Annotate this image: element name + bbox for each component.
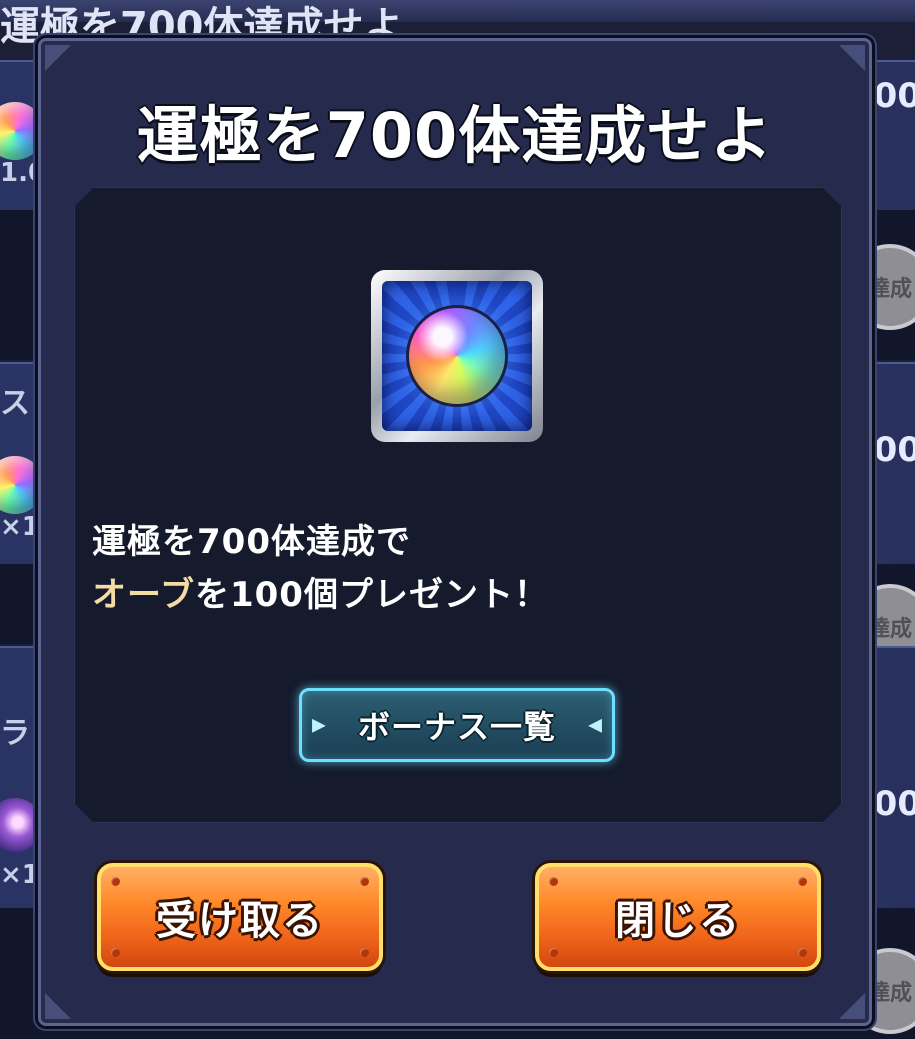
reward-item-frame (371, 270, 543, 442)
chevron-right-icon: ◀ (588, 714, 602, 736)
rivet-decoration (549, 948, 558, 957)
background-number: 00 (873, 76, 915, 116)
description-line-2-rest: を100個プレゼント！ (194, 575, 549, 615)
close-button[interactable]: 閉じる (535, 863, 821, 971)
background-star-orb-icon (0, 798, 42, 852)
receive-button[interactable]: 受け取る (97, 863, 383, 971)
background-fragment: ×1 (0, 860, 40, 890)
stamp-label: 達成 (867, 981, 912, 1006)
close-button-label: 閉じる (615, 898, 741, 944)
background-number: 00 (873, 430, 915, 470)
corner-decoration (45, 45, 71, 71)
highlighted-item-name: オーブ (92, 575, 195, 615)
mission-reward-dialog: 運極を700体達成せよ 運極を700体達成で オーブを100個プレゼント！ ▶ … (38, 38, 872, 1026)
background-number: 00 (873, 784, 915, 824)
rivet-decoration (798, 948, 807, 957)
rivet-decoration (549, 877, 558, 886)
dialog-title: 運極を700体達成せよ (136, 99, 774, 172)
bonus-list-button[interactable]: ▶ ボーナス一覧 ◀ (299, 688, 615, 762)
background-fragment: ×1 (0, 512, 40, 542)
chevron-left-icon: ▶ (312, 714, 326, 736)
reward-content-panel: 運極を700体達成で オーブを100個プレゼント！ ▶ ボーナス一覧 ◀ (74, 187, 842, 823)
rainbow-orb-icon (406, 305, 508, 407)
bonus-list-label: ボーナス一覧 (357, 708, 556, 746)
rivet-decoration (111, 877, 120, 886)
reward-item-background (382, 281, 532, 431)
rivet-decoration (360, 948, 369, 957)
rivet-decoration (111, 948, 120, 957)
rivet-decoration (798, 877, 807, 886)
corner-decoration (839, 993, 865, 1019)
background-fragment: ス (0, 386, 30, 421)
stamp-label: 達成 (867, 617, 912, 642)
receive-button-label: 受け取る (156, 898, 324, 944)
corner-decoration (839, 45, 865, 71)
corner-decoration (45, 993, 71, 1019)
background-header-strip: 運極を700体達成せよ (0, 0, 915, 50)
reward-description: 運極を700体達成で オーブを100個プレゼント！ (92, 516, 549, 622)
description-line-1: 運極を700体達成で (92, 522, 411, 562)
rivet-decoration (360, 877, 369, 886)
stamp-label: 達成 (867, 277, 912, 302)
description-line-2: オーブを100個プレゼント！ (92, 569, 549, 622)
